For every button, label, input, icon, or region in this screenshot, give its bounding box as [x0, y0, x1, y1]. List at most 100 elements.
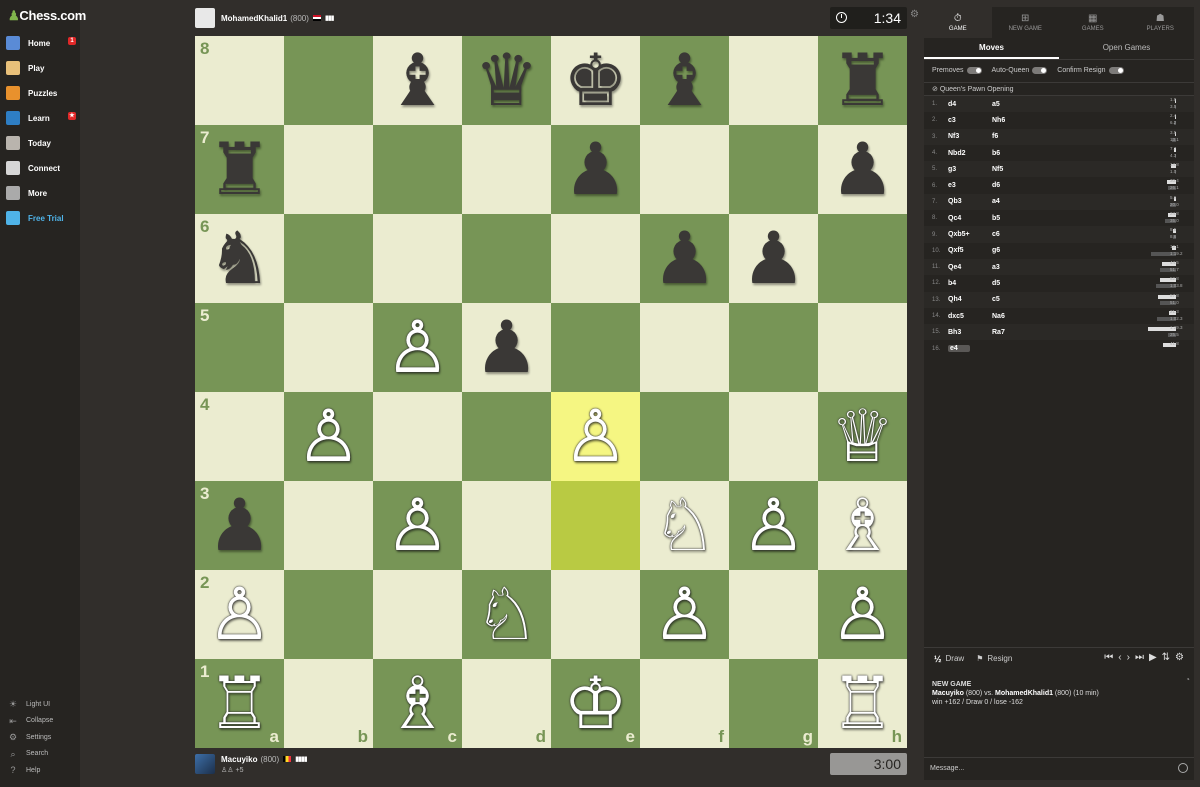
white-king-piece[interactable]: ♔ — [551, 659, 640, 748]
toggle-switch-icon[interactable] — [1108, 66, 1124, 74]
black-move[interactable]: f6 — [984, 133, 1028, 140]
square-c7[interactable] — [373, 125, 462, 214]
black-move[interactable]: d6 — [984, 182, 1028, 189]
white-move[interactable]: Qxb5+ — [940, 231, 984, 238]
tab-players[interactable]: ☗ PLAYERS — [1127, 7, 1195, 38]
square-a4[interactable]: 4 — [195, 392, 284, 481]
settings-gear-icon[interactable]: ⚙ — [1175, 652, 1184, 663]
nav-search-button[interactable]: ⌕ Search — [8, 747, 48, 761]
white-knight-piece[interactable]: ♘ — [640, 481, 729, 570]
black-move[interactable]: b6 — [984, 150, 1028, 157]
nav-item-home[interactable]: Home 1 — [6, 33, 78, 53]
square-a8[interactable]: 8 — [195, 36, 284, 125]
white-move[interactable]: Qb3 — [940, 198, 984, 205]
black-pawn-piece[interactable]: ♟ — [729, 214, 818, 303]
square-g7[interactable] — [729, 125, 818, 214]
square-d6[interactable] — [462, 214, 551, 303]
prev-move-icon[interactable]: ‹ — [1118, 652, 1121, 663]
square-d7[interactable] — [462, 125, 551, 214]
white-move[interactable]: Bh3 — [940, 329, 984, 336]
white-move[interactable]: e3 — [940, 182, 984, 189]
draw-button[interactable]: ½ Draw — [934, 654, 964, 664]
white-move[interactable]: Qh4 — [940, 296, 984, 303]
white-move[interactable]: e4 — [948, 345, 970, 353]
white-pawn-piece[interactable]: ♙ — [195, 570, 284, 659]
black-rook-piece[interactable]: ♜ — [195, 125, 284, 214]
nav-item-play[interactable]: Play — [6, 58, 78, 78]
last-move-icon[interactable]: ⏭ — [1135, 652, 1144, 663]
chat-white-name[interactable]: Macuyiko — [932, 690, 964, 697]
white-pawn-piece[interactable]: ♙ — [551, 392, 640, 481]
square-b3[interactable] — [284, 481, 373, 570]
white-pawn-piece[interactable]: ♙ — [640, 570, 729, 659]
square-e5[interactable] — [551, 303, 640, 392]
resign-button[interactable]: ⚑ Resign — [976, 654, 1012, 663]
white-move[interactable]: Nbd2 — [940, 150, 984, 157]
white-move[interactable]: b4 — [940, 280, 984, 287]
square-g2[interactable] — [729, 570, 818, 659]
nav-item-puzzles[interactable]: Puzzles — [6, 83, 78, 103]
square-f5[interactable] — [640, 303, 729, 392]
square-e3[interactable] — [551, 481, 640, 570]
square-b7[interactable] — [284, 125, 373, 214]
black-bishop-piece[interactable]: ♝ — [373, 36, 462, 125]
tab-moves[interactable]: Moves — [924, 38, 1059, 59]
black-move[interactable]: d5 — [984, 280, 1028, 287]
black-bishop-piece[interactable]: ♝ — [640, 36, 729, 125]
premoves-toggle[interactable]: Premoves — [932, 66, 982, 74]
black-move[interactable]: a4 — [984, 198, 1028, 205]
top-player-name[interactable]: MohamedKhalid1 — [221, 14, 287, 23]
nav-item-connect[interactable]: Connect — [6, 158, 78, 178]
black-king-piece[interactable]: ♚ — [551, 36, 640, 125]
flip-board-icon[interactable]: ⇅ — [1162, 652, 1170, 663]
white-move[interactable]: g3 — [940, 166, 984, 173]
square-h5[interactable] — [818, 303, 907, 392]
black-move[interactable]: g6 — [984, 247, 1028, 254]
toggle-switch-icon[interactable] — [1032, 66, 1048, 74]
square-b5[interactable] — [284, 303, 373, 392]
black-pawn-piece[interactable]: ♟ — [462, 303, 551, 392]
black-pawn-piece[interactable]: ♟ — [551, 125, 640, 214]
nav-settings-button[interactable]: ⚙ Settings — [8, 730, 51, 744]
nav-item-free-trial[interactable]: Free Trial — [6, 208, 78, 228]
confirm-resign-toggle[interactable]: Confirm Resign — [1057, 66, 1124, 74]
square-b8[interactable] — [284, 36, 373, 125]
tab-new-game[interactable]: ⊞ NEW GAME — [992, 7, 1060, 38]
square-b2[interactable] — [284, 570, 373, 659]
white-move[interactable]: Nf3 — [940, 133, 984, 140]
square-d4[interactable] — [462, 392, 551, 481]
nav-item-today[interactable]: Today — [6, 133, 78, 153]
next-move-icon[interactable]: › — [1127, 652, 1130, 663]
white-rook-piece[interactable]: ♖ — [195, 659, 284, 748]
square-b6[interactable] — [284, 214, 373, 303]
white-bishop-piece[interactable]: ♗ — [818, 481, 907, 570]
nav-collapse-button[interactable]: ⇤ Collapse — [8, 714, 53, 728]
white-queen-piece[interactable]: ♕ — [818, 392, 907, 481]
chat-black-name[interactable]: MohamedKhalid1 — [995, 690, 1053, 697]
square-f4[interactable] — [640, 392, 729, 481]
chess-logo[interactable]: ♟Chess.com — [8, 8, 86, 24]
chess-board[interactable]: 8 7 6 5 4 3 2 1 a b c d e f g h ♝ ♛ ♚ ♝ ♜ ♜ ♟ ♟ ♞ ♟ ♟ ♙ ♟ ♙ ♙ ♕ ♟ ♙ ♘ ♙ ♗ ♙ ♘ ♙… — [195, 36, 907, 748]
white-move[interactable]: Qc4 — [940, 215, 984, 222]
square-b1[interactable]: b — [284, 659, 373, 748]
white-move[interactable]: Qe4 — [940, 264, 984, 271]
white-move[interactable]: Qxf5 — [940, 247, 984, 254]
square-c4[interactable] — [373, 392, 462, 481]
black-move[interactable]: b5 — [984, 215, 1028, 222]
square-f1[interactable]: f — [640, 659, 729, 748]
opening-name[interactable]: ⊘ Queen's Pawn Opening — [924, 82, 1194, 96]
bottom-player-name[interactable]: Macuyiko — [221, 755, 257, 764]
black-move[interactable]: c6 — [984, 231, 1028, 238]
square-d3[interactable] — [462, 481, 551, 570]
black-pawn-piece[interactable]: ♟ — [818, 125, 907, 214]
white-move[interactable]: dxc5 — [940, 313, 984, 320]
square-g8[interactable] — [729, 36, 818, 125]
white-pawn-piece[interactable]: ♙ — [818, 570, 907, 659]
black-pawn-piece[interactable]: ♟ — [195, 481, 284, 570]
nav-help-button[interactable]: ? Help — [8, 763, 40, 777]
nav-light-ui-button[interactable]: ☀ Light UI — [8, 697, 50, 711]
white-move[interactable]: d4 — [940, 101, 984, 108]
tab-games[interactable]: ▦ GAMES — [1059, 7, 1127, 38]
square-a5[interactable]: 5 — [195, 303, 284, 392]
black-move[interactable]: Na6 — [984, 313, 1028, 320]
